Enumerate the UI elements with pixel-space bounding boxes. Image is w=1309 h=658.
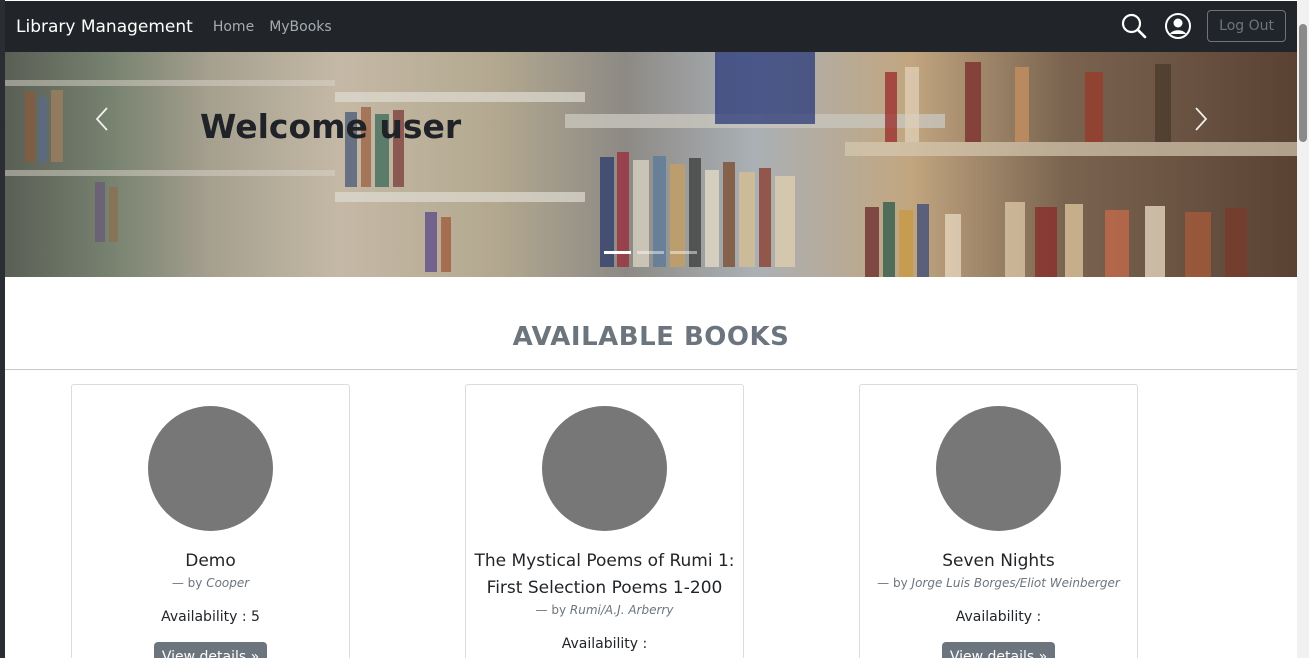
book-cover-placeholder <box>936 406 1061 531</box>
nav-link-mybooks[interactable]: MyBooks <box>269 19 332 35</box>
book-author: — by Jorge Luis Borges/Eliot Weinberger <box>877 576 1120 590</box>
bookshelf-photo <box>5 52 1297 277</box>
search-icon[interactable] <box>1119 11 1149 41</box>
nav-link-home[interactable]: Home <box>213 19 254 35</box>
brand-link[interactable]: Library Management <box>16 17 193 37</box>
book-title: Seven Nights <box>942 551 1055 571</box>
carousel-indicators <box>604 251 703 254</box>
user-circle-icon[interactable] <box>1163 11 1193 41</box>
book-cover-placeholder <box>148 406 273 531</box>
chevron-left-icon[interactable] <box>92 106 112 136</box>
book-title: Demo <box>185 551 236 571</box>
page-scrollbar[interactable] <box>1297 0 1309 658</box>
book-availability: Availability : <box>955 609 1042 625</box>
book-cover-placeholder <box>542 406 667 531</box>
book-author: — by Rumi/A.J. Arberry <box>535 603 674 617</box>
view-details-button[interactable]: View details » <box>154 642 267 658</box>
carousel-indicator-1[interactable] <box>604 251 631 254</box>
section-divider <box>5 369 1297 370</box>
section-title: AVAILABLE BOOKS <box>512 322 790 352</box>
book-card: Demo — by Cooper Availability : 5 View d… <box>71 384 350 658</box>
navbar: Library Management Home MyBooks Log Out <box>5 1 1297 52</box>
book-availability: Availability : 5 <box>161 609 260 625</box>
logout-button[interactable]: Log Out <box>1207 10 1286 42</box>
carousel-caption-title: Welcome user <box>200 107 462 146</box>
scrollbar-thumb[interactable] <box>1299 24 1307 142</box>
carousel-indicator-2[interactable] <box>637 251 664 254</box>
book-card: The Mystical Poems of Rumi 1: First Sele… <box>465 384 744 658</box>
book-availability: Availability : <box>561 636 648 652</box>
hero-carousel: Welcome user <box>5 52 1297 277</box>
book-author: — by Cooper <box>171 576 250 590</box>
view-details-button[interactable]: View details » <box>942 642 1055 658</box>
book-title: The Mystical Poems of Rumi 1: First Sele… <box>474 551 735 598</box>
carousel-indicator-3[interactable] <box>670 251 697 254</box>
book-card: Seven Nights — by Jorge Luis Borges/Elio… <box>859 384 1138 658</box>
nav-right-group: Log Out <box>1119 10 1286 42</box>
chevron-right-icon[interactable] <box>1191 106 1211 136</box>
